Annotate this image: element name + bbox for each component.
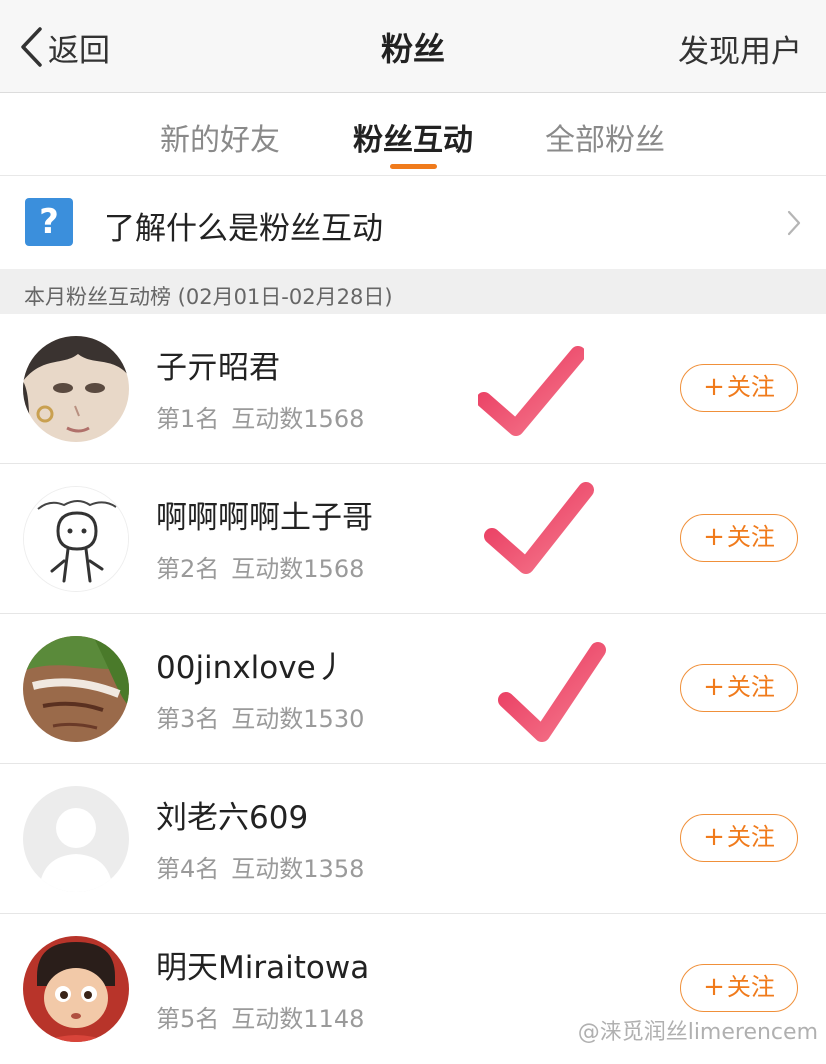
fan-name[interactable]: 啊啊啊啊土子哥 <box>156 492 373 537</box>
list-item[interactable]: 啊啊啊啊土子哥 第2名 互动数1568 +关注 <box>0 464 826 614</box>
info-label: 了解什么是粉丝互动 <box>104 211 383 247</box>
fan-rank: 第2名 <box>156 555 220 583</box>
fan-name[interactable]: 00jinxlove丿 <box>156 642 347 687</box>
plus-icon: + <box>703 672 725 702</box>
avatar[interactable] <box>23 336 129 442</box>
fan-stats: 第1名 互动数1568 <box>156 399 364 434</box>
fan-name[interactable]: 刘老六609 <box>156 792 308 837</box>
avatar[interactable] <box>23 936 129 1042</box>
fan-stats: 第4名 互动数1358 <box>156 849 364 884</box>
avatar[interactable] <box>23 486 129 592</box>
plus-icon: + <box>703 822 725 852</box>
follow-button[interactable]: +关注 <box>680 964 798 1012</box>
checkmark-icon <box>498 642 606 742</box>
fan-interactions: 互动数1568 <box>231 555 365 583</box>
fan-interactions: 互动数1530 <box>231 705 365 733</box>
tab-all-fans[interactable]: 全部粉丝 <box>545 115 665 159</box>
fan-rank: 第3名 <box>156 705 220 733</box>
tab-bar: 新的好友 粉丝互动 全部粉丝 <box>0 93 826 176</box>
fan-stats: 第2名 互动数1568 <box>156 549 364 584</box>
checkmark-icon <box>478 346 584 436</box>
plus-icon: + <box>703 372 725 402</box>
fan-rank: 第5名 <box>156 1005 220 1033</box>
list-item[interactable]: 子亓昭君 第1名 互动数1568 +关注 <box>0 314 826 464</box>
fan-rank: 第4名 <box>156 855 220 883</box>
tab-new-friends[interactable]: 新的好友 <box>160 115 280 159</box>
ranking-period-label: 本月粉丝互动榜 (02月01日-02月28日) <box>24 285 393 309</box>
checkmark-icon <box>484 482 594 574</box>
follow-button[interactable]: +关注 <box>680 514 798 562</box>
follow-button[interactable]: +关注 <box>680 364 798 412</box>
follow-button[interactable]: +关注 <box>680 664 798 712</box>
watermark: @涞觅润丝limerencem <box>577 1020 818 1045</box>
fan-interactions: 互动数1148 <box>231 1005 365 1033</box>
avatar[interactable] <box>23 786 129 892</box>
tab-fan-interaction[interactable]: 粉丝互动 <box>353 115 473 159</box>
fan-interactions: 互动数1358 <box>231 855 365 883</box>
list-item[interactable]: 刘老六609 第4名 互动数1358 +关注 <box>0 764 826 914</box>
fan-ranking-list: 子亓昭君 第1名 互动数1568 +关注 啊啊啊啊土子哥 第2名 互动数1568… <box>0 314 826 1064</box>
fan-stats: 第5名 互动数1148 <box>156 999 364 1034</box>
fan-name[interactable]: 子亓昭君 <box>156 342 280 387</box>
fan-interactions: 互动数1568 <box>231 405 365 433</box>
what-is-fan-interaction-row[interactable]: ? 了解什么是粉丝互动 <box>0 176 826 268</box>
chevron-right-icon <box>787 210 801 236</box>
plus-icon: + <box>703 522 725 552</box>
fan-name[interactable]: 明天Miraitowa <box>156 942 369 987</box>
question-icon: ? <box>25 198 73 246</box>
avatar[interactable] <box>23 636 129 742</box>
follow-button[interactable]: +关注 <box>680 814 798 862</box>
fan-rank: 第1名 <box>156 405 220 433</box>
plus-icon: + <box>703 972 725 1002</box>
fan-stats: 第3名 互动数1530 <box>156 699 364 734</box>
discover-users-button[interactable]: 发现用户 <box>678 26 802 71</box>
ranking-section-header: 本月粉丝互动榜 (02月01日-02月28日) <box>0 269 826 314</box>
list-item[interactable]: 00jinxlove丿 第3名 互动数1530 +关注 <box>0 614 826 764</box>
active-tab-indicator <box>390 164 437 169</box>
nav-bar: 返回 粉丝 发现用户 <box>0 0 826 93</box>
